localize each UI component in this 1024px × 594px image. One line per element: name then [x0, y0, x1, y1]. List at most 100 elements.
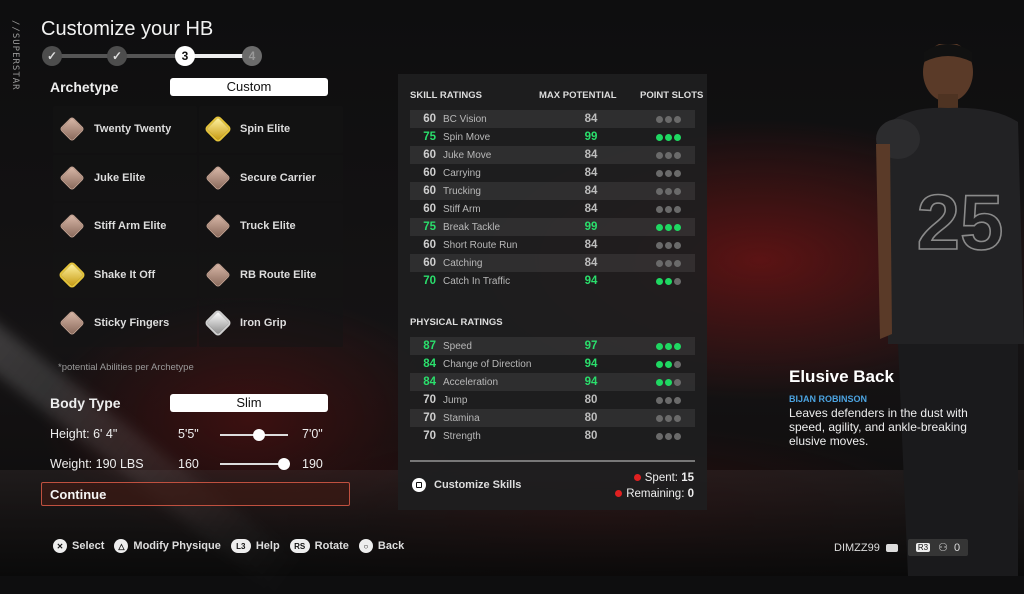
max-potential: 94 — [584, 275, 598, 287]
hint-back[interactable]: ○ Back — [358, 539, 404, 553]
weight-max: 190 — [302, 457, 323, 471]
l3-button-icon: L3 — [230, 539, 251, 553]
remaining-label: Remaining: — [626, 488, 685, 500]
point-slots — [656, 414, 681, 422]
point-slot-icon — [674, 259, 681, 267]
ability-card[interactable]: Sticky Fingers — [53, 300, 197, 347]
mode-tag: //SUPERSTAR — [10, 20, 20, 91]
ability-card[interactable]: Spin Elite — [199, 106, 343, 153]
point-slot-icon — [665, 115, 672, 123]
point-slot-icon — [665, 205, 672, 213]
point-slot-icon — [656, 223, 663, 231]
weight-slider-knob[interactable] — [278, 458, 290, 470]
ability-card[interactable]: Juke Elite — [53, 154, 197, 201]
point-slot-icon — [674, 277, 681, 285]
point-slot-icon — [656, 342, 663, 350]
rating-row: 60 Juke Move 84 — [410, 146, 695, 164]
point-slot-icon — [665, 414, 672, 422]
rating-name: Acceleration — [443, 376, 499, 388]
ability-card[interactable]: Stiff Arm Elite — [53, 203, 197, 250]
party-box[interactable]: R3 ⚇ 0 — [907, 539, 969, 556]
cross-button-icon: ✕ — [53, 539, 67, 553]
circle-button-icon: ○ — [358, 539, 373, 553]
player-model[interactable]: 25 — [868, 44, 1024, 576]
archetype-player: BIJAN ROBINSON — [789, 394, 868, 404]
remaining-value: 0 — [687, 488, 694, 500]
hint-help[interactable]: L3 Help — [230, 539, 280, 553]
point-slots — [656, 259, 681, 267]
height-slider[interactable] — [220, 429, 288, 441]
ability-card[interactable]: Secure Carrier — [199, 154, 343, 201]
point-slot-icon — [674, 396, 681, 404]
max-potential: 97 — [584, 340, 598, 352]
ability-name: Truck Elite — [240, 220, 296, 233]
rating-name: Juke Move — [443, 149, 492, 161]
ability-card[interactable]: Truck Elite — [199, 203, 343, 250]
ability-card[interactable]: Iron Grip — [199, 300, 343, 347]
max-potential: 84 — [584, 185, 598, 197]
ability-badge-icon — [205, 116, 231, 142]
point-slot-icon — [674, 115, 681, 123]
body-type-selector[interactable]: Slim — [170, 394, 328, 412]
point-slot-icon — [674, 378, 681, 386]
current-rating: 84 — [423, 358, 436, 370]
point-slot-icon — [656, 115, 663, 123]
point-slot-icon — [674, 169, 681, 177]
archetype-label: Archetype — [50, 79, 119, 95]
hint-modify-physique[interactable]: △ Modify Physique — [114, 539, 221, 553]
point-slot-icon — [674, 342, 681, 350]
point-slot-icon — [665, 396, 672, 404]
point-slot-icon — [656, 169, 663, 177]
spent-label: Spent: — [644, 472, 678, 484]
current-rating: 60 — [423, 185, 436, 197]
point-slot-icon — [674, 205, 681, 213]
max-potential: 80 — [584, 430, 598, 442]
point-slot-icon — [674, 223, 681, 231]
max-potential: 84 — [584, 149, 598, 161]
continue-button[interactable]: Continue — [41, 482, 350, 506]
party-icon: ⚇ — [938, 542, 948, 554]
skill-ratings-table: 60 BC Vision 84 75 Spin Move 99 60 Juke Move 84 6… — [410, 110, 695, 290]
ability-name: Stiff Arm Elite — [94, 220, 167, 233]
hint-select[interactable]: ✕ Select — [53, 539, 104, 553]
point-slots — [656, 378, 681, 386]
max-potential: 80 — [584, 394, 598, 406]
ability-name: Iron Grip — [240, 317, 287, 330]
party-count: 0 — [953, 541, 961, 554]
ability-card[interactable]: Shake It Off — [53, 251, 197, 298]
spent-value: 15 — [681, 472, 694, 484]
archetype-selector[interactable]: Custom — [170, 78, 328, 96]
ability-name: Secure Carrier — [240, 171, 316, 184]
rating-name: BC Vision — [443, 113, 487, 125]
point-slots — [656, 360, 681, 368]
max-potential: 94 — [584, 376, 598, 388]
current-rating: 87 — [423, 340, 436, 352]
point-slot-icon — [656, 133, 663, 141]
point-slots — [656, 432, 681, 440]
ability-badge-icon — [205, 310, 231, 336]
max-potential: 99 — [584, 131, 598, 143]
weight-slider[interactable] — [220, 458, 290, 470]
rating-name: Spin Move — [443, 131, 491, 143]
max-potential: 99 — [584, 221, 598, 233]
current-rating: 70 — [423, 394, 436, 406]
rating-row: 60 Catching 84 — [410, 254, 695, 272]
current-rating: 70 — [423, 412, 436, 424]
step-2-check-icon: ✓ — [107, 46, 127, 66]
height-slider-knob[interactable] — [252, 429, 265, 441]
rating-name: Trucking — [443, 185, 481, 197]
ability-card[interactable]: RB Route Elite — [199, 251, 343, 298]
current-rating: 70 — [423, 275, 436, 287]
page-title: Customize your HB — [41, 18, 214, 40]
ability-badge-icon — [205, 262, 231, 288]
body-type-label: Body Type — [50, 395, 121, 411]
customize-skills-button[interactable]: Customize Skills — [412, 478, 521, 492]
ability-badge-icon — [59, 165, 85, 191]
point-slot-icon — [665, 151, 672, 159]
rating-row: 70 Stamina 80 — [410, 409, 695, 427]
point-slot-icon — [665, 277, 672, 285]
hint-rotate[interactable]: RS Rotate — [289, 539, 349, 553]
ability-card[interactable]: Twenty Twenty — [53, 106, 197, 153]
max-potential: 84 — [584, 239, 598, 251]
point-slot-icon — [665, 360, 672, 368]
